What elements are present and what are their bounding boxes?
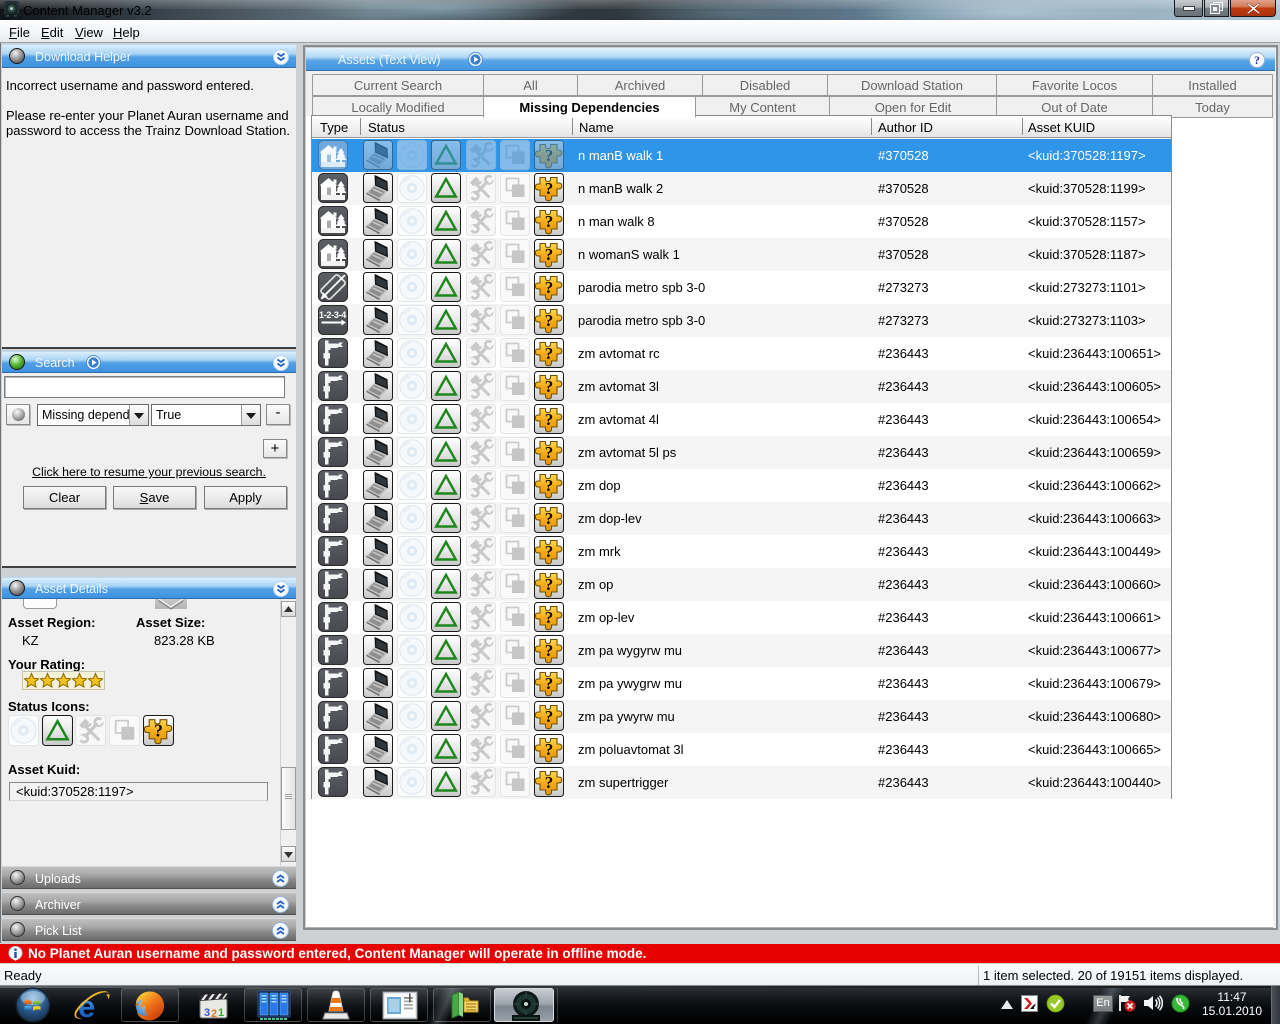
svg-text:?: ? [1254,53,1260,67]
svg-text:3: 3 [204,1007,210,1019]
svg-text:1: 1 [218,1007,224,1019]
svg-text:2: 2 [211,1008,217,1020]
